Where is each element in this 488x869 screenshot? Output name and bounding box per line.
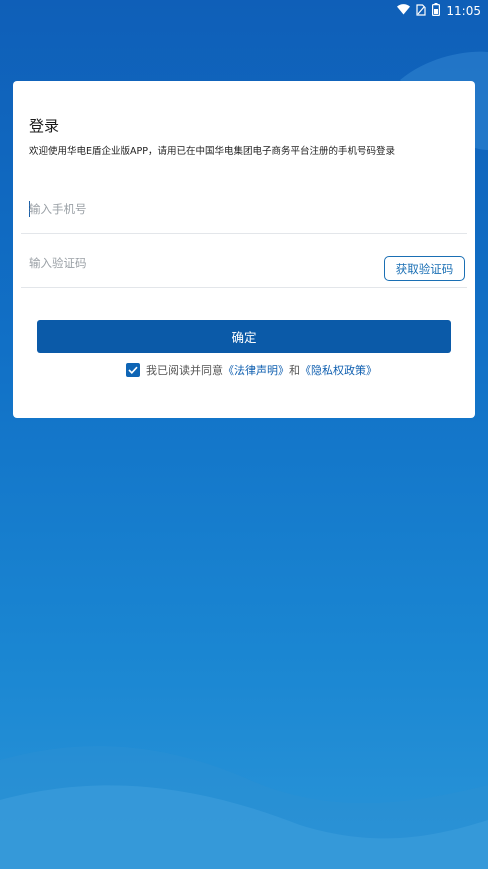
privacy-policy-link[interactable]: 《隐私权政策》 — [300, 364, 377, 377]
legal-statement-link[interactable]: 《法律声明》 — [223, 364, 289, 377]
agreement-and: 和 — [289, 364, 300, 377]
page-title: 登录 — [29, 117, 60, 135]
code-field: 获取验证码 — [21, 236, 467, 288]
verification-code-input[interactable] — [29, 253, 369, 273]
battery-icon — [432, 3, 441, 19]
phone-field — [21, 182, 467, 234]
status-time: 11:05 — [446, 4, 481, 18]
agreement-checkbox[interactable] — [126, 363, 140, 377]
phone-input[interactable] — [29, 199, 369, 219]
agreement-prefix: 我已阅读并同意 — [146, 364, 223, 377]
wifi-icon — [397, 4, 411, 18]
status-bar: 11:05 — [0, 0, 488, 22]
login-subtitle: 欢迎使用华电E盾企业版APP，请用已在中国华电集团电子商务平台注册的手机号码登录 — [29, 146, 395, 157]
agreement-row: 我已阅读并同意《法律声明》和《隐私权政策》 — [126, 362, 377, 378]
login-card: 登录 欢迎使用华电E盾企业版APP，请用已在中国华电集团电子商务平台注册的手机号… — [13, 81, 475, 418]
checkmark-icon — [128, 366, 138, 374]
confirm-button[interactable]: 确定 — [37, 320, 451, 353]
get-code-button[interactable]: 获取验证码 — [384, 256, 465, 281]
no-sim-icon — [416, 3, 427, 19]
